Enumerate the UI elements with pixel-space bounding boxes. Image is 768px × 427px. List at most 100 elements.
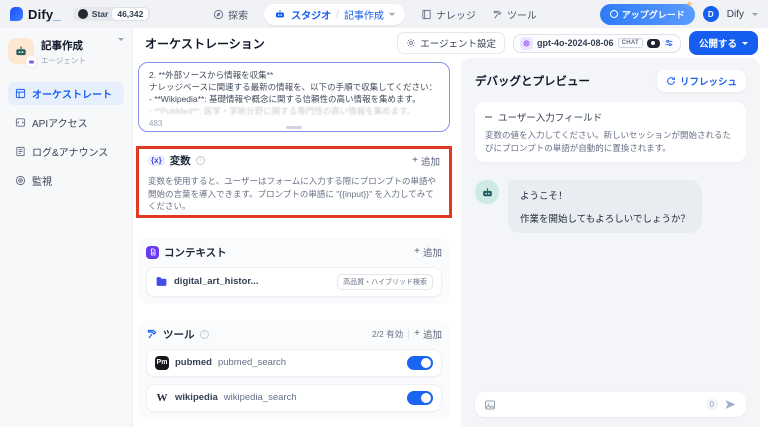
api-icon — [15, 118, 26, 127]
sidebar-item-monitoring[interactable]: 監視 — [8, 169, 124, 192]
nav-current-app-label: 記事作成 — [343, 10, 384, 22]
nav-tools-label: ツール — [506, 10, 537, 22]
variables-icon: {x} — [148, 155, 165, 166]
prompt-line: - **Wikipedia**: 基礎情報や概念に関する信頼性の高い情報を集めま… — [149, 94, 421, 104]
model-feature-badge — [646, 38, 660, 48]
bot-avatar — [475, 180, 499, 204]
chevron-down-icon — [388, 12, 395, 16]
pubmed-icon: Pm — [155, 355, 169, 370]
agent-badge — [26, 56, 37, 67]
github-star-widget[interactable]: Star 46,342 — [72, 7, 151, 21]
publish-chevron-icon — [742, 41, 748, 45]
agent-badge-icon — [29, 60, 34, 64]
github-star-count: 46,342 — [112, 8, 149, 20]
add-context-label: 追加 — [422, 248, 442, 259]
content-header: オーケストレーション エージェント設定 gpt-4o-2024-08-06 CH… — [133, 28, 768, 58]
app-header: Dify_ Star 46,342 探索 スタジオ / 記事作成 ナレッジ ツー… — [0, 0, 768, 28]
account-avatar[interactable]: D — [702, 6, 719, 22]
message-line: 作業を開始してもよろしいでしょうか？ — [520, 214, 690, 225]
wikipedia-toggle[interactable] — [407, 390, 433, 405]
send-icon[interactable] — [724, 398, 737, 411]
openai-icon — [523, 39, 530, 47]
account-chevron-icon[interactable] — [752, 12, 758, 16]
monitor-icon — [15, 175, 26, 186]
upgrade-button[interactable]: アップグレード — [599, 0, 695, 25]
content-body: 2. **外部ソースから情報を収集** ナレッジベースに関連する最新の情報を、以… — [133, 58, 768, 427]
plus-icon: + — [414, 246, 420, 257]
tool-row-wikipedia[interactable]: W wikipedia wikipedia_search — [146, 383, 442, 412]
tools-title: ツール — [163, 328, 195, 341]
sidebar-item-api-access[interactable]: APIアクセス — [8, 111, 124, 134]
dataset-quality-badge: 高品質・ハイブリッド検索 — [337, 273, 433, 290]
book-icon — [422, 9, 431, 19]
collapse-icon — [485, 116, 492, 118]
nav-studio-pill[interactable]: スタジオ / 記事作成 — [264, 3, 405, 25]
tool-name: wikipedia_search — [223, 392, 297, 403]
context-icon — [146, 245, 159, 259]
upgrade-label: アップグレード — [621, 9, 685, 20]
wikipedia-icon: W — [156, 391, 168, 404]
tool-name: pubmed_search — [217, 357, 287, 368]
agent-settings-label: エージェント設定 — [420, 39, 497, 50]
plus-icon: + — [412, 154, 418, 166]
divider — [408, 329, 410, 339]
github-icon — [77, 9, 88, 19]
chat-input-bar[interactable]: 0 — [475, 392, 746, 417]
nav-knowledge[interactable]: ナレッジ — [421, 7, 476, 22]
account-name: Dify — [726, 8, 744, 20]
user-input-fields-header[interactable]: ユーザー入力フィールド — [485, 110, 736, 124]
sidebar-item-label: ログ&アナウンス — [32, 148, 109, 159]
tune-sliders-icon[interactable] — [664, 38, 674, 48]
refresh-button[interactable]: リフレッシュ — [656, 70, 746, 92]
variables-header: {x} 変数 ? + 追加 — [148, 153, 440, 168]
publish-button[interactable]: 公開する — [688, 31, 758, 55]
context-dataset-row[interactable]: digital_art_histor... 高品質・ハイブリッド検索 — [146, 266, 442, 297]
content-area: オーケストレーション エージェント設定 gpt-4o-2024-08-06 CH… — [133, 28, 768, 427]
nav-explore[interactable]: 探索 — [213, 7, 248, 22]
plus-icon: + — [414, 328, 420, 339]
tools-icon — [147, 329, 157, 339]
model-name: gpt-4o-2024-08-06 — [537, 38, 614, 48]
add-tool-button[interactable]: + 追加 — [414, 327, 442, 342]
nav-knowledge-label: ナレッジ — [435, 10, 476, 22]
user-input-fields-title: ユーザー入力フィールド — [498, 113, 603, 124]
workspace: 記事作成 エージェント オーケストレート APIアクセス ログ&アナウンス 監視 — [0, 28, 768, 427]
dify-logo[interactable]: Dify_ — [10, 7, 61, 22]
tools-header: ツール ? 2/2 有効 + 追加 — [146, 327, 442, 342]
sidebar-item-logs[interactable]: ログ&アナウンス — [8, 140, 124, 163]
variables-section: {x} 変数 ? + 追加 変数を使用すると、ユーザーはフォームに入力する際にプロ… — [138, 144, 450, 222]
hammer-icon — [493, 10, 502, 18]
dify-logo-icon — [10, 7, 23, 21]
app-switcher-chevron-icon[interactable] — [118, 38, 124, 41]
folder-icon — [156, 277, 167, 286]
model-selector[interactable]: gpt-4o-2024-08-06 CHAT — [513, 33, 681, 53]
sparkle-icon — [685, 0, 693, 8]
sidebar-item-orchestrate[interactable]: オーケストレート — [8, 82, 124, 105]
agent-settings-button[interactable]: エージェント設定 — [397, 32, 506, 54]
tool-provider: pubmed — [175, 357, 212, 368]
robot-icon — [276, 10, 285, 18]
nav-tools[interactable]: ツール — [492, 7, 537, 22]
openai-model-icon — [520, 36, 534, 50]
user-input-fields-card[interactable]: ユーザー入力フィールド 変数の値を入力してください。新しいセッションが開始される… — [475, 102, 746, 162]
prompt-editor[interactable]: 2. **外部ソースから情報を収集** ナレッジベースに関連する最新の情報を、以… — [138, 62, 450, 132]
message-line: ようこそ！ — [520, 191, 568, 202]
context-section: コンテキスト + 追加 digital_art_histor... 高品質・ハイブ… — [138, 237, 450, 304]
tool-row-pubmed[interactable]: Pm pubmed pubmed_search — [146, 348, 442, 377]
info-icon: ? — [199, 329, 209, 339]
app-meta: 記事作成 エージェント — [41, 38, 111, 66]
info-icon: ? — [195, 156, 205, 165]
sidebar-app-header[interactable]: 記事作成 エージェント — [8, 38, 124, 67]
publish-label: 公開する — [698, 39, 737, 50]
prompt-line: ナレッジベースに関連する最新の情報を、以下の手順で収集してください： — [149, 82, 438, 92]
sidebar-nav: オーケストレート APIアクセス ログ&アナウンス 監視 — [8, 82, 124, 192]
tools-section: ツール ? 2/2 有効 + 追加 Pm pubmed pubmed_search — [138, 319, 450, 419]
resize-handle[interactable] — [286, 126, 302, 129]
pubmed-toggle[interactable] — [407, 355, 433, 370]
assistant-message-bubble: ようこそ！ 作業を開始してもよろしいでしょうか？ — [508, 180, 702, 233]
add-variable-button[interactable]: + 追加 — [412, 154, 440, 168]
nav-explore-label: 探索 — [228, 10, 249, 22]
context-title: コンテキスト — [164, 246, 227, 259]
add-context-button[interactable]: + 追加 — [414, 245, 442, 260]
attach-image-icon[interactable] — [484, 399, 496, 411]
